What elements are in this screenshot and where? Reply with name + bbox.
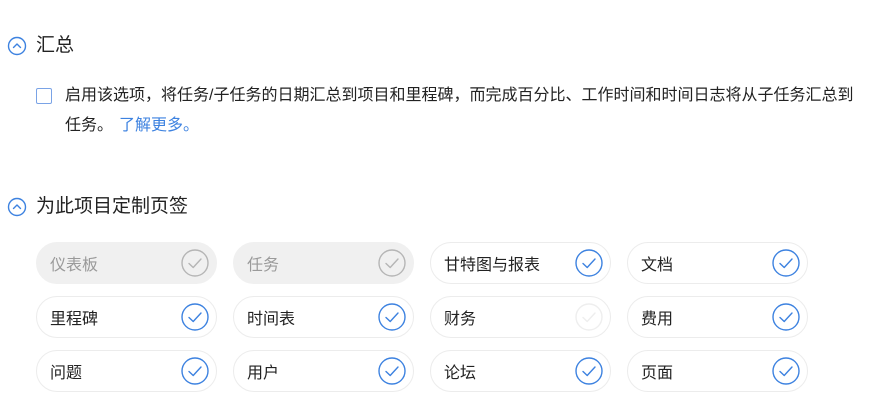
tab-toggle-label: 甘特图与报表	[444, 257, 541, 274]
check-circle-icon	[378, 249, 406, 277]
rollup-option-description: 启用该选项，将任务/子任务的日期汇总到项目和里程碑，而完成百分比、工作时间和时间…	[65, 81, 855, 141]
check-circle-icon[interactable]	[377, 302, 407, 332]
tab-toggle[interactable]: 问题	[36, 350, 217, 392]
custom-tabs-section-title: 为此项目定制页签	[36, 196, 189, 217]
check-circle-icon[interactable]	[574, 248, 604, 278]
check-circle-icon[interactable]	[180, 302, 210, 332]
tab-toggle-label: 任务	[247, 257, 280, 274]
summary-section-title: 汇总	[36, 35, 75, 56]
tab-toggle-label: 问题	[50, 365, 83, 382]
check-circle-icon[interactable]	[180, 356, 210, 386]
tab-toggle-label: 财务	[444, 311, 477, 328]
tab-toggle-label: 页面	[641, 365, 674, 382]
tab-toggle: 任务	[233, 242, 414, 284]
tab-toggle-label: 用户	[247, 365, 280, 382]
tab-toggle[interactable]: 论坛	[430, 350, 611, 392]
custom-tabs-section-header[interactable]: 为此项目定制页签	[7, 197, 188, 217]
check-circle-icon[interactable]	[771, 302, 801, 332]
learn-more-link[interactable]: 了解更多。	[119, 117, 199, 134]
check-circle-icon[interactable]	[771, 356, 801, 386]
check-circle-icon[interactable]	[574, 302, 604, 332]
tab-toggle-label: 仪表板	[50, 257, 99, 274]
check-circle-icon[interactable]	[377, 356, 407, 386]
check-circle-icon[interactable]	[574, 356, 604, 386]
tab-toggle-label: 里程碑	[50, 311, 99, 328]
summary-section-header[interactable]: 汇总	[7, 36, 74, 56]
tab-toggle[interactable]: 甘特图与报表	[430, 242, 611, 284]
tab-toggle[interactable]: 用户	[233, 350, 414, 392]
tab-toggle-label: 费用	[641, 311, 674, 328]
tab-toggle[interactable]: 文档	[627, 242, 808, 284]
tab-toggle-label: 时间表	[247, 311, 296, 328]
tab-toggle-label: 论坛	[444, 365, 477, 382]
tab-toggle[interactable]: 里程碑	[36, 296, 217, 338]
check-circle-icon[interactable]	[771, 248, 801, 278]
rollup-checkbox[interactable]	[36, 88, 52, 104]
check-circle-icon	[181, 249, 209, 277]
chevron-up-circle-icon[interactable]	[7, 197, 27, 217]
rollup-option: 启用该选项，将任务/子任务的日期汇总到项目和里程碑，而完成百分比、工作时间和时间…	[36, 85, 856, 141]
tab-toggle[interactable]: 页面	[627, 350, 808, 392]
tab-toggle[interactable]: 时间表	[233, 296, 414, 338]
chevron-up-circle-icon[interactable]	[7, 36, 27, 56]
tab-toggle-label: 文档	[641, 257, 674, 274]
tab-toggle[interactable]: 费用	[627, 296, 808, 338]
tab-toggle: 仪表板	[36, 242, 217, 284]
tab-toggle[interactable]: 财务	[430, 296, 611, 338]
